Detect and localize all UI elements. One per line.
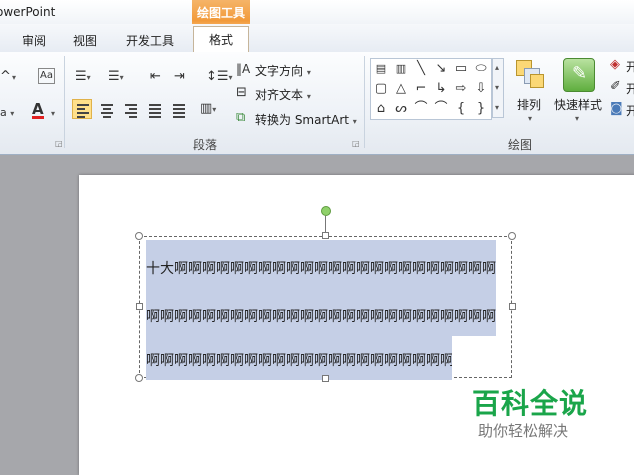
align-text-icon: ⊟ <box>236 85 247 100</box>
arrow-line-shape-icon[interactable]: ↘ <box>432 60 450 78</box>
quick-styles-icon[interactable]: ✎ <box>563 58 595 92</box>
resize-handle-top[interactable] <box>322 232 329 239</box>
line-spacing-icon[interactable]: ↕☰▾ <box>206 70 233 85</box>
shape-fill-icon[interactable]: ◈ <box>610 58 620 72</box>
elbow-connector-shape-icon[interactable]: ⌐ <box>412 80 430 98</box>
left-brace-shape-icon[interactable]: { <box>452 100 470 118</box>
curve-shape-icon[interactable]: ⌒ <box>412 100 430 118</box>
text-line-3[interactable]: 啊啊啊啊啊啊啊啊啊啊啊啊啊啊啊啊啊啊啊啊啊啊 <box>146 336 452 380</box>
arrange-button[interactable]: 排列 <box>517 96 541 113</box>
font-color-dropdown-icon[interactable]: ▾ <box>51 106 55 121</box>
shape-effects-button[interactable]: 开 <box>626 102 634 119</box>
vertical-textbox-shape-icon[interactable]: ▥ <box>392 60 410 78</box>
shape-effects-icon[interactable]: ◙ <box>610 102 623 116</box>
context-group-label: 绘图工具 <box>196 6 245 20</box>
text-direction-button[interactable]: 文字方向 ▾ <box>255 62 311 79</box>
font-size-grow-icon[interactable]: ^ <box>0 70 11 84</box>
text-line-1[interactable]: 十大啊啊啊啊啊啊啊啊啊啊啊啊啊啊啊啊啊啊啊啊啊啊啊啊 <box>146 240 496 296</box>
bullets-icon[interactable]: ☰▾ <box>75 70 91 85</box>
quick-styles-button[interactable]: 快速样式 <box>554 96 602 113</box>
numbering-icon[interactable]: ☰▾ <box>108 70 124 85</box>
rounded-rectangle-shape-icon[interactable]: ▢ <box>372 80 390 98</box>
font-size-shrink-icon[interactable]: ▾ <box>12 70 16 85</box>
gallery-scrollbar[interactable]: ▴ ▾ ▾ <box>492 58 504 118</box>
watermark-title: 百科全说 <box>472 387 589 420</box>
arrange-icon[interactable] <box>514 58 544 90</box>
ribbon: ^ ▾ Aa a ▾ A ▾ ◲ ☰▾ ☰▾ ⇤ ⇥ ↕☰▾ ▥▾ ‖A 文字方… <box>0 52 634 155</box>
distributed-button[interactable] <box>168 99 188 119</box>
textbox-shape-icon[interactable]: ▤ <box>372 60 390 78</box>
watermark-subtitle: 助你轻松解决 <box>478 422 569 440</box>
font-dialog-launcher-icon[interactable]: ◲ <box>55 139 63 148</box>
triangle-shape-icon[interactable]: △ <box>392 80 410 98</box>
right-brace-shape-icon[interactable]: } <box>472 100 490 118</box>
resize-handle-right[interactable] <box>509 303 516 310</box>
change-case-icon[interactable]: Aa <box>38 68 55 84</box>
down-arrow-shape-icon[interactable]: ⇩ <box>472 80 490 98</box>
shape-outline-button[interactable]: 开 <box>626 80 634 97</box>
columns-icon[interactable]: ▥▾ <box>200 102 216 117</box>
tab-view[interactable]: 视图 <box>73 32 97 49</box>
align-text-button[interactable]: 对齐文本 ▾ <box>255 86 311 103</box>
shapes-gallery[interactable]: ▤ ▥ ╲ ↘ ▭ ⬭ ▢ △ ⌐ ↳ ⇨ ⇩ ⌂ ᔕ ⌒ ⌒ { } <box>370 58 492 120</box>
oval-shape-icon[interactable]: ⬭ <box>472 60 490 78</box>
line-shape-icon[interactable]: ╲ <box>412 60 430 78</box>
resize-handle-bottom[interactable] <box>322 375 329 382</box>
tab-developer[interactable]: 开发工具 <box>126 32 174 49</box>
font-color-icon[interactable]: A <box>32 102 44 119</box>
rectangle-shape-icon[interactable]: ▭ <box>452 60 470 78</box>
flowchart-shape-icon[interactable]: ⌂ <box>372 100 390 118</box>
paragraph-dialog-launcher-icon[interactable]: ◲ <box>352 139 360 148</box>
ribbon-tab-bar: 审阅 视图 开发工具 <box>0 24 634 53</box>
resize-handle-left[interactable] <box>136 303 143 310</box>
text-direction-icon: ‖A <box>236 62 251 76</box>
arrange-dropdown-icon[interactable]: ▾ <box>528 114 532 123</box>
shape-outline-icon[interactable]: ✐ <box>610 80 621 94</box>
paragraph-group-label: 段落 <box>192 138 217 152</box>
arc-shape-icon[interactable]: ⌒ <box>432 100 450 118</box>
quick-styles-dropdown-icon[interactable]: ▾ <box>575 114 579 123</box>
elbow-arrow-connector-shape-icon[interactable]: ↳ <box>432 80 450 98</box>
char-spacing-icon[interactable]: a ▾ <box>0 106 14 121</box>
rotate-handle[interactable] <box>321 206 331 216</box>
group-separator <box>364 56 365 148</box>
justify-button[interactable] <box>144 99 164 119</box>
align-right-button[interactable] <box>120 99 140 119</box>
gallery-up-icon[interactable]: ▴ <box>495 63 499 72</box>
align-center-button[interactable] <box>96 99 116 119</box>
decrease-indent-icon[interactable]: ⇤ <box>150 70 161 84</box>
resize-handle-bottom-left[interactable] <box>135 374 143 382</box>
text-line-2[interactable]: 啊啊啊啊啊啊啊啊啊啊啊啊啊啊啊啊啊啊啊啊啊啊啊啊啊啊 <box>146 296 496 336</box>
title-bar: owerPoint <box>0 0 634 24</box>
tab-review[interactable]: 审阅 <box>22 32 46 49</box>
gallery-down-icon[interactable]: ▾ <box>495 83 499 92</box>
group-separator <box>64 56 65 148</box>
resize-handle-top-left[interactable] <box>135 232 143 240</box>
tab-format[interactable]: 格式 <box>193 26 249 53</box>
increase-indent-icon[interactable]: ⇥ <box>174 70 185 84</box>
right-arrow-shape-icon[interactable]: ⇨ <box>452 80 470 98</box>
resize-handle-top-right[interactable] <box>508 232 516 240</box>
align-left-button[interactable] <box>72 99 92 119</box>
convert-smartart-button[interactable]: 转换为 SmartArt ▾ <box>255 111 357 128</box>
freeform-shape-icon[interactable]: ᔕ <box>392 100 410 118</box>
app-title: owerPoint <box>0 5 56 19</box>
smartart-icon: ⧉ <box>236 110 246 125</box>
shape-fill-button[interactable]: 开 <box>626 58 634 75</box>
drawing-group-label: 绘图 <box>507 138 532 152</box>
gallery-more-icon[interactable]: ▾ <box>495 103 499 112</box>
